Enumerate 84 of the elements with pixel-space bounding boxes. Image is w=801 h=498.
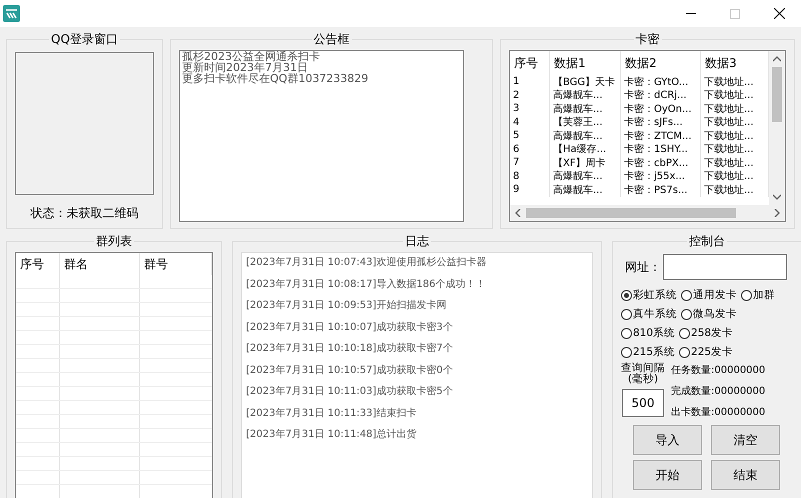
radio-option[interactable]: 215系统: [621, 345, 676, 359]
panel-title: 公告框: [312, 31, 350, 48]
app-logo-icon: [3, 5, 20, 22]
table-cell: 卡密：j55x...: [621, 170, 701, 183]
radio-option[interactable]: 258发卡: [679, 326, 734, 340]
table-cell: 卡密：PS7s...: [621, 183, 701, 196]
table-cell: 【芙蓉王...: [550, 116, 621, 129]
scrollbar-thumb[interactable]: [526, 208, 736, 218]
log-line: [2023年7月31日 10:07:43]欢迎使用孤杉公益扫卡器: [246, 256, 488, 270]
radio-option[interactable]: 通用发卡: [681, 288, 737, 302]
column-header[interactable]: 群号: [140, 253, 212, 275]
table-cell: 卡密：1SHY...: [621, 142, 701, 156]
notice-line: 更新时间2023年7月31日: [182, 62, 308, 73]
table-cell: 【BGG】天卡: [550, 75, 621, 88]
notice-line: 更多扫卡软件尽在QQ群1037233829: [182, 73, 370, 84]
column-header[interactable]: 数据1: [550, 51, 621, 75]
maximize-icon: [730, 8, 740, 18]
table-cell: 卡密：ZTCM...: [621, 129, 701, 142]
log-line: [2023年7月31日 10:09:53]开始扫描发卡网: [246, 298, 448, 313]
log-line: [2023年7月31日 10:11:33]结束扫卡: [246, 406, 418, 420]
table-cell: 卡密：GYtO...: [621, 75, 701, 88]
vertical-scrollbar[interactable]: [769, 51, 785, 205]
column-header[interactable]: 序号: [16, 253, 60, 275]
radio-option[interactable]: 真牛系统: [621, 307, 677, 321]
close-icon: [774, 8, 784, 19]
table-cell: 4: [510, 116, 550, 129]
table-cell: 5: [510, 129, 550, 142]
table-cell: 2: [510, 88, 550, 102]
table-cell: 高爆靓车...: [550, 88, 621, 102]
radio-option[interactable]: 225发卡: [679, 345, 734, 359]
column-header[interactable]: 序号: [510, 51, 550, 75]
chevron-up-icon[interactable]: [773, 55, 781, 63]
chevron-left-icon[interactable]: [514, 209, 522, 217]
action-button[interactable]: 结束: [711, 460, 780, 490]
table-cell: 高爆靓车...: [550, 102, 621, 116]
horizontal-scrollbar[interactable]: [510, 205, 785, 221]
action-button[interactable]: 开始: [633, 460, 702, 490]
stat-text: 任务数量:00000000: [671, 364, 766, 377]
table-cell: 3: [510, 102, 550, 116]
url-label: 网址：: [625, 258, 661, 276]
panel-title: 日志: [404, 233, 430, 250]
table-cell: 卡密：dCRj...: [621, 88, 701, 102]
table-cell: 【XF】周卡: [550, 156, 621, 170]
log-line: [2023年7月31日 10:10:57]成功获取卡密0个: [246, 364, 454, 378]
notice-line: 孤杉2023公益全网通杀扫卡: [182, 51, 321, 62]
table-cell: 8: [510, 170, 550, 183]
status-text: 状态：未获取二维码: [30, 205, 140, 222]
log-line: [2023年7月31日 10:08:17]导入数据186个成功！！: [246, 278, 487, 292]
table-cell: 9: [510, 183, 550, 196]
minimize-icon: [686, 13, 696, 14]
scrollbar-thumb[interactable]: [772, 67, 782, 122]
panel-title: 控制台: [688, 233, 726, 250]
log-line: [2023年7月31日 10:11:03]成功获取卡密5个: [246, 384, 454, 399]
table-cell: 高爆靓车...: [550, 129, 621, 142]
table-cell: 【Ha缓存...: [550, 142, 621, 156]
table-cell: 卡密：OyOn...: [621, 102, 701, 116]
url-field[interactable]: [663, 254, 787, 280]
chevron-right-icon[interactable]: [773, 209, 781, 217]
interval-field[interactable]: 500: [622, 389, 664, 417]
log-line: [2023年7月31日 10:10:07]成功获取卡密3个: [246, 320, 454, 334]
action-button[interactable]: 导入: [633, 425, 702, 455]
radio-option[interactable]: 加群: [741, 288, 775, 302]
log-line: [2023年7月31日 10:10:18]成功获取卡密7个: [246, 342, 454, 356]
panel-title: QQ登录窗口: [50, 31, 119, 48]
table-cell: 6: [510, 142, 550, 156]
table-cell: 1: [510, 75, 550, 88]
table-cell: 卡密：sJFs...: [621, 116, 701, 129]
table-cell: 卡密：cbPX...: [621, 156, 701, 170]
column-header[interactable]: 数据2: [621, 51, 701, 75]
action-button[interactable]: 清空: [711, 425, 780, 455]
panel-title: 群列表: [95, 233, 133, 250]
chevron-down-icon[interactable]: [773, 193, 781, 201]
panel-title: 卡密: [634, 31, 660, 48]
table-cell: 高爆靓车...: [550, 170, 621, 183]
radio-option[interactable]: 微鸟发卡: [681, 307, 737, 321]
radio-option[interactable]: 彩虹系统: [621, 288, 677, 302]
column-header[interactable]: 群名: [60, 253, 140, 275]
stat-text: 出卡数量:00000000: [671, 406, 766, 419]
interval-label: 查询间隔 (毫秒): [621, 363, 665, 385]
table-cell: 高爆靓车...: [550, 183, 621, 196]
table-cell: 7: [510, 156, 550, 170]
stat-text: 完成数量:00000000: [671, 384, 766, 398]
log-line: [2023年7月31日 10:11:48]总计出货: [246, 428, 418, 442]
radio-option[interactable]: 810系统: [621, 326, 676, 340]
